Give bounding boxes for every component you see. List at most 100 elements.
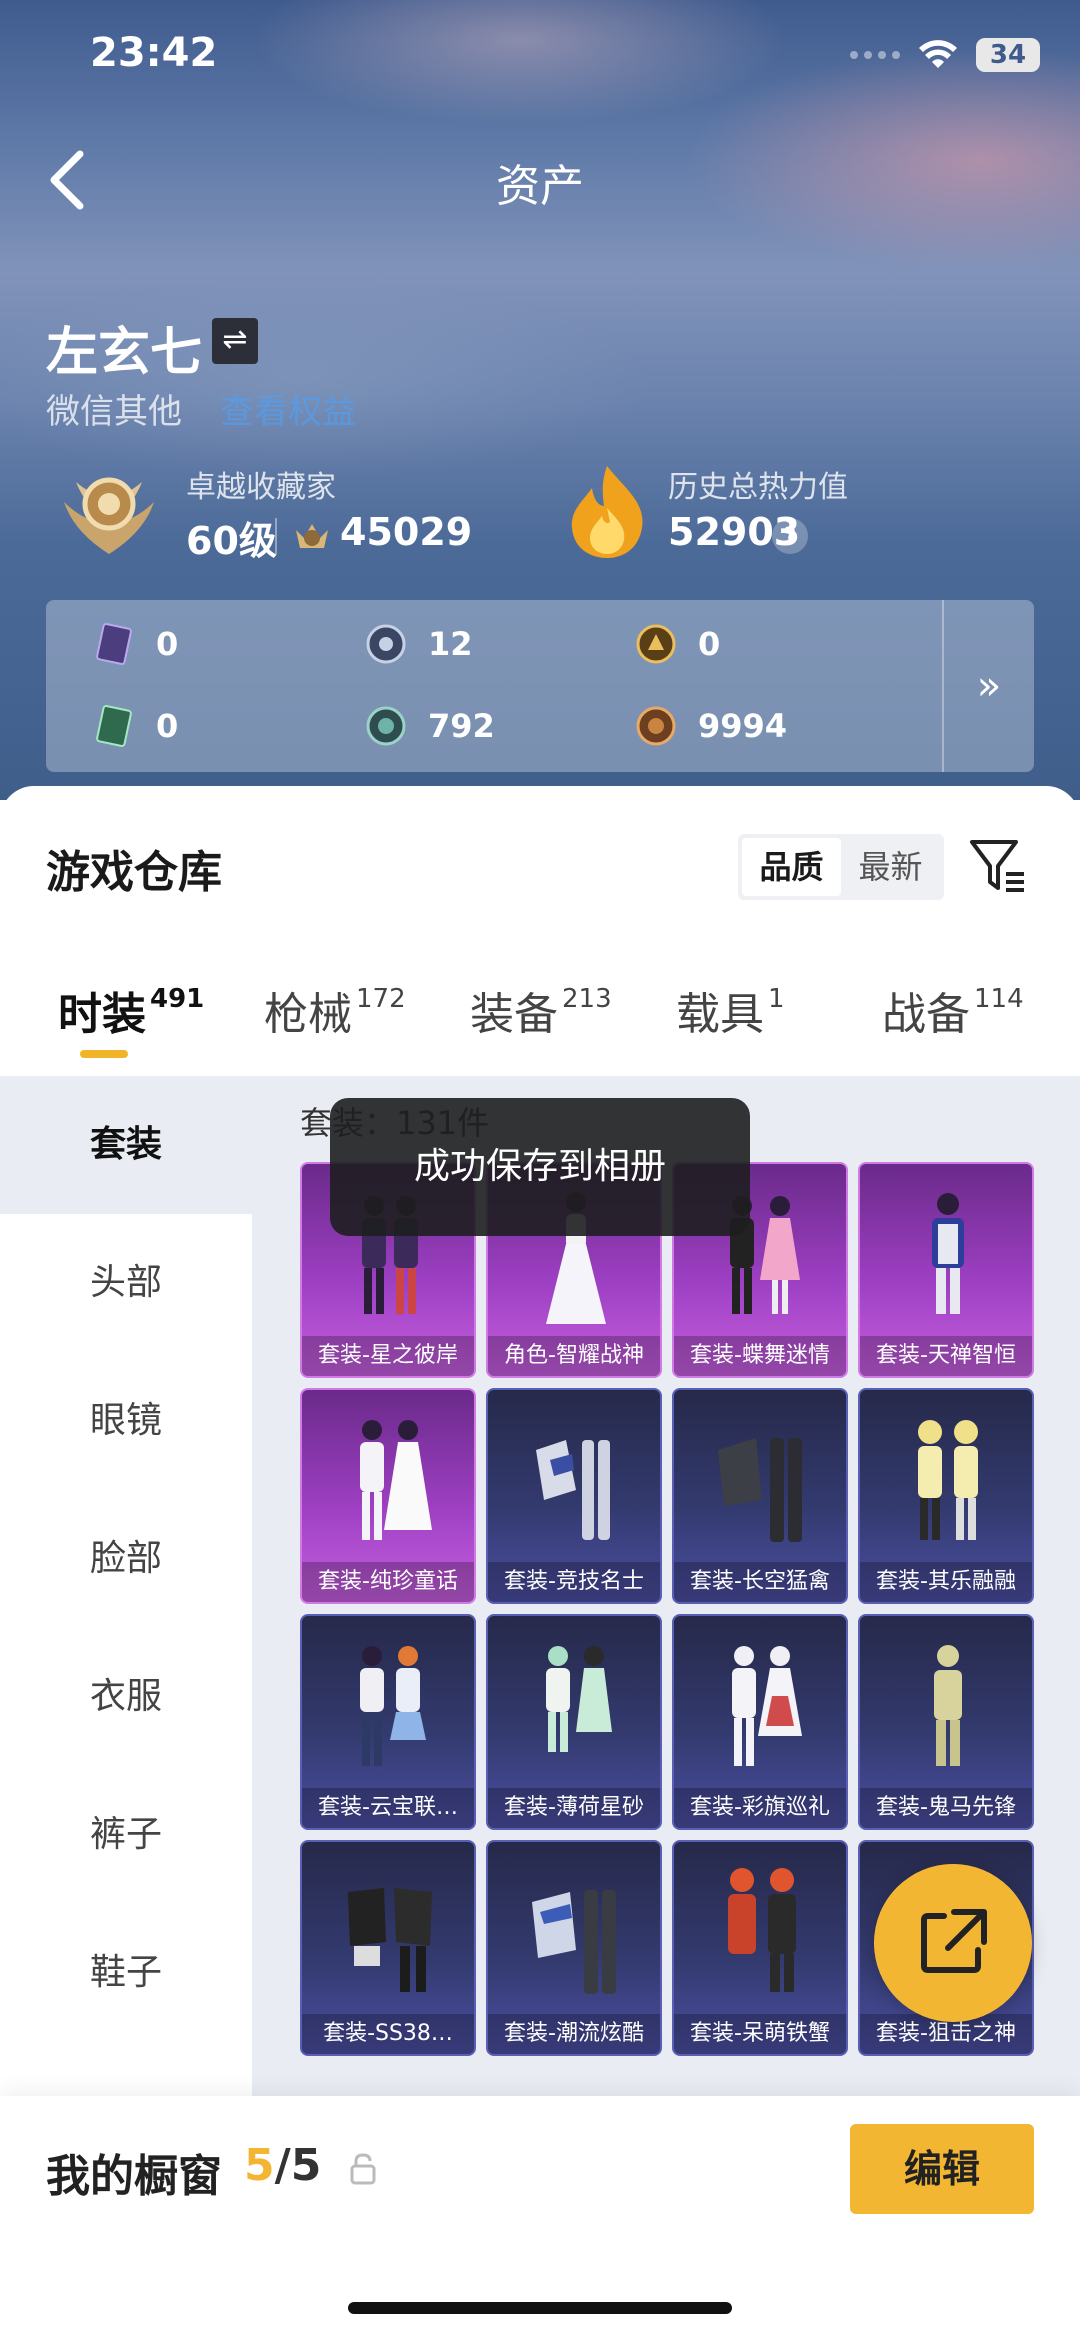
tab-fashion[interactable]: 时装 491	[58, 978, 204, 1042]
outfit-figure-icon	[934, 1645, 962, 1766]
item-card[interactable]: 套装-天禅智恒	[858, 1162, 1034, 1378]
warehouse-title: 游戏仓库	[46, 847, 222, 898]
item-card[interactable]: 套装-长空猛禽	[672, 1388, 848, 1604]
flame-icon	[571, 466, 643, 558]
tab-label: 枪械	[264, 989, 352, 1040]
item-card[interactable]: 套装-鬼马先锋	[858, 1614, 1034, 1830]
tab-count: 491	[150, 984, 205, 1014]
sidebar-item-pants[interactable]: 裤子	[0, 1766, 252, 1904]
outfit-figure-icon	[360, 1646, 426, 1766]
status-icons: 34	[850, 38, 1040, 72]
platform-label: 微信其他	[46, 392, 182, 432]
outfit-figure-icon	[718, 1438, 802, 1542]
item-name: 角色-智耀战神	[488, 1336, 660, 1376]
item-card[interactable]: 套装-云宝联…	[300, 1614, 476, 1830]
item-name: 套装-呆萌铁蟹	[674, 2014, 846, 2054]
currency-item: 9994	[634, 704, 787, 748]
item-card[interactable]: 套装-SS38…	[300, 1840, 476, 2056]
item-name: 套装-彩旗巡礼	[674, 1788, 846, 1828]
wifi-icon	[919, 40, 957, 68]
currency-item: 0	[634, 622, 720, 666]
tab-count: 1	[768, 984, 785, 1014]
edit-button[interactable]: 编辑	[850, 2124, 1034, 2214]
user-name: 左玄七	[46, 323, 203, 383]
tab-count: 114	[974, 984, 1024, 1014]
showcase-current: 5	[244, 2140, 275, 2191]
currency-panel: 0 12 0 0 792 9994 »	[46, 600, 1034, 772]
showcase-total: /5	[274, 2140, 322, 2191]
lock-icon[interactable]	[348, 2152, 378, 2186]
rank-level: 60级	[186, 519, 277, 563]
switch-account-icon[interactable]: ⇌	[212, 318, 258, 364]
item-name: 套装-潮流炫酷	[488, 2014, 660, 2054]
currency-item: 0	[92, 704, 178, 748]
help-icon[interactable]: ?	[772, 518, 808, 554]
item-name: 套装-鬼马先锋	[860, 1788, 1032, 1828]
bronze-coin-icon	[636, 706, 676, 746]
tab-label: 装备	[470, 989, 558, 1040]
currency-item: 0	[92, 622, 178, 666]
item-name: 套装-星之彼岸	[302, 1336, 474, 1376]
tab-label: 时装	[58, 989, 146, 1040]
tab-label: 战备	[882, 989, 970, 1040]
page-title: 资产	[496, 161, 584, 212]
tab-vehicles[interactable]: 载具 1	[676, 978, 785, 1042]
collector-rank-icon	[64, 477, 154, 554]
outfit-figure-icon	[728, 1868, 796, 1992]
tab-count: 172	[356, 984, 406, 1014]
currency-item: 792	[364, 704, 495, 748]
item-name: 套装-蝶舞迷情	[674, 1336, 846, 1376]
tab-equipment[interactable]: 装备 213	[470, 978, 612, 1042]
more-currencies-button[interactable]: »	[942, 600, 1034, 772]
item-card[interactable]: 套装-彩旗巡礼	[672, 1614, 848, 1830]
currency-value: 9994	[698, 707, 788, 745]
item-card[interactable]: 套装-竞技名士	[486, 1388, 662, 1604]
collector-coin-icon	[296, 524, 328, 548]
sort-quality-button[interactable]: 品质	[742, 838, 841, 896]
outfit-figure-icon	[932, 1193, 964, 1314]
battery-icon: 34	[976, 38, 1040, 72]
showcase-count: 5/5	[244, 2140, 321, 2191]
item-card[interactable]: 套装-纯珍童话	[300, 1388, 476, 1604]
item-card[interactable]: 套装-潮流炫酷	[486, 1840, 662, 2056]
purple-card-icon	[96, 623, 132, 665]
status-time: 23:42	[90, 30, 218, 76]
share-button[interactable]	[874, 1864, 1032, 2022]
item-card[interactable]: 套装-薄荷星砂	[486, 1614, 662, 1830]
item-card[interactable]: 套装-呆萌铁蟹	[672, 1840, 848, 2056]
outfit-figure-icon	[546, 1646, 612, 1752]
heat-title: 历史总热力值	[668, 470, 848, 505]
category-tabs: 时装 491 枪械 172 装备 213 载具 1 战备 114	[0, 978, 1080, 1068]
divider	[275, 518, 277, 554]
sidebar-item-glasses[interactable]: 眼镜	[0, 1352, 252, 1490]
item-name: 套装-长空猛禽	[674, 1562, 846, 1602]
toast-message: 成功保存到相册	[330, 1098, 750, 1236]
home-indicator	[348, 2302, 732, 2314]
sort-toggle: 品质 最新	[738, 834, 944, 900]
silver-coin-icon	[366, 624, 406, 664]
signal-dots-icon	[850, 51, 900, 59]
sidebar-item-clothes[interactable]: 衣服	[0, 1628, 252, 1766]
tab-combat-gear[interactable]: 战备 114	[882, 978, 1024, 1042]
item-name: 套装-竞技名士	[488, 1562, 660, 1602]
outfit-figure-icon	[348, 1888, 432, 1992]
sidebar-item-head[interactable]: 头部	[0, 1214, 252, 1352]
tab-label: 载具	[676, 989, 764, 1040]
sidebar-item-suit[interactable]: 套装	[0, 1076, 252, 1214]
tab-weapons[interactable]: 枪械 172	[264, 978, 406, 1042]
sidebar-item-face[interactable]: 脸部	[0, 1490, 252, 1628]
currency-value: 0	[698, 625, 721, 663]
item-name: 套装-SS38…	[302, 2014, 474, 2054]
item-card[interactable]: 套装-其乐融融	[858, 1388, 1034, 1604]
teal-coin-icon	[366, 706, 406, 746]
currency-value: 0	[156, 625, 179, 663]
filter-icon[interactable]	[966, 834, 1030, 898]
sidebar-item-shoes[interactable]: 鞋子	[0, 1904, 252, 2042]
green-card-icon	[96, 705, 132, 747]
item-name: 套装-纯珍童话	[302, 1562, 474, 1602]
outfit-figure-icon	[536, 1440, 610, 1540]
sort-latest-button[interactable]: 最新	[841, 838, 940, 896]
platform-link[interactable]: 查看权益	[220, 384, 356, 433]
currency-value: 792	[428, 707, 495, 745]
gold-medal-icon	[636, 624, 676, 664]
